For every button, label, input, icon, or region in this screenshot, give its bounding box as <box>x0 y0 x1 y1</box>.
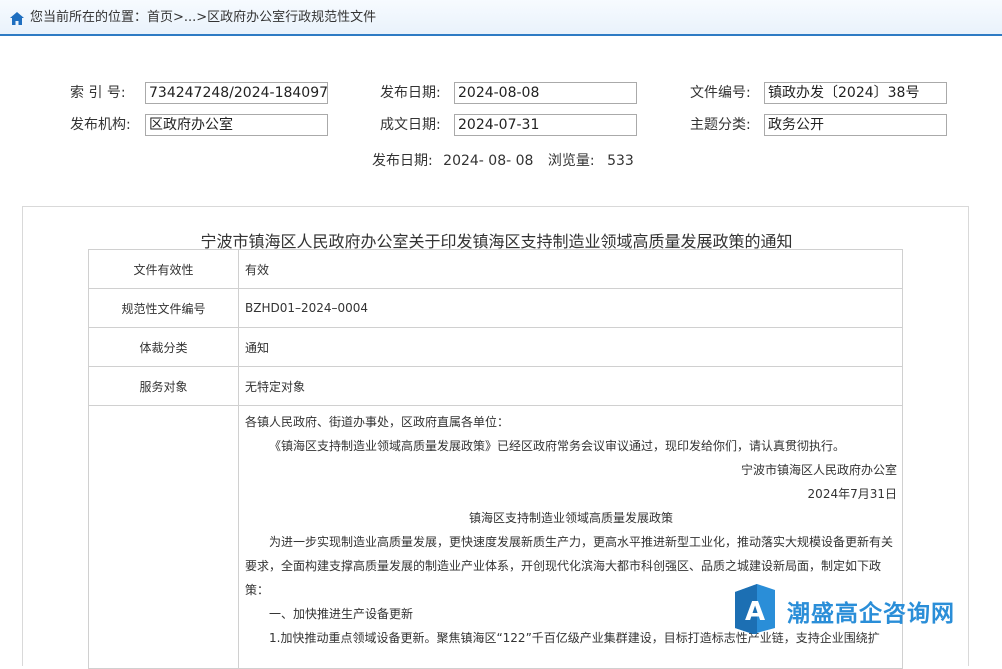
docno-field: 镇政办发〔2024〕38号 <box>764 82 947 104</box>
table-row: 体裁分类 通知 <box>88 327 903 367</box>
row-value: 有效 <box>238 249 903 289</box>
body-intro: 《镇海区支持制造业领域高质量发展政策》已经区政府常务会议审议通过，现印发给你们，… <box>269 439 846 453</box>
row-key: 规范性文件编号 <box>88 288 239 328</box>
row-value: BZHD01–2024–0004 <box>238 288 903 328</box>
org-field: 区政府办公室 <box>145 114 328 136</box>
pubdate-label: 发布日期: <box>380 85 441 101</box>
pubdate-field: 2024-08-08 <box>454 82 637 104</box>
row-key: 文件有效性 <box>88 249 239 289</box>
written-field: 2024-07-31 <box>454 114 637 136</box>
svg-text:A: A <box>745 597 765 627</box>
policy-title: 镇海区支持制造业领域高质量发展政策 <box>468 511 673 525</box>
index-label: 索 引 号: <box>70 85 126 101</box>
publish-info: 发布日期: 2024- 08- 08 浏览量: 533 <box>372 151 634 171</box>
index-field: 734247248/2024-184097 <box>145 82 328 104</box>
views-label: 浏览量: <box>547 153 595 169</box>
table-row: 文件有效性 有效 <box>88 249 903 289</box>
table-row: 服务对象 无特定对象 <box>88 366 903 406</box>
views-count: 533 <box>607 153 634 169</box>
breadcrumb: 您当前所在的位置：首页>...>区政府办公室行政规范性文件 <box>0 0 1002 36</box>
body-date: 2024年7月31日 <box>807 487 897 501</box>
topic-field: 政务公开 <box>764 114 947 136</box>
row-value: 通知 <box>238 327 903 367</box>
topic-label: 主题分类: <box>690 117 751 133</box>
watermark-text: 潮盛高企咨询网 <box>787 600 955 627</box>
pub-line-label: 发布日期: <box>372 153 433 169</box>
docno-label: 文件编号: <box>690 85 751 101</box>
table-row: 规范性文件编号 BZHD01–2024–0004 <box>88 288 903 328</box>
written-label: 成文日期: <box>380 117 441 133</box>
watermark: A 潮盛高企咨询网 <box>735 582 995 642</box>
home-icon[interactable] <box>10 12 24 25</box>
row-key-empty <box>88 405 239 669</box>
row-key: 体裁分类 <box>88 327 239 367</box>
body-greeting: 各镇人民政府、街道办事处，区政府直属各单位： <box>245 415 510 429</box>
row-key: 服务对象 <box>88 366 239 406</box>
pub-line-date: 2024- 08- 08 <box>443 153 534 169</box>
org-label: 发布机构: <box>70 117 131 133</box>
body-issuer: 宁波市镇海区人民政府办公室 <box>740 463 897 477</box>
watermark-logo-icon: A <box>735 584 775 634</box>
row-value: 无特定对象 <box>238 366 903 406</box>
breadcrumb-text[interactable]: 您当前所在的位置：首页>...>区政府办公室行政规范性文件 <box>30 0 376 36</box>
